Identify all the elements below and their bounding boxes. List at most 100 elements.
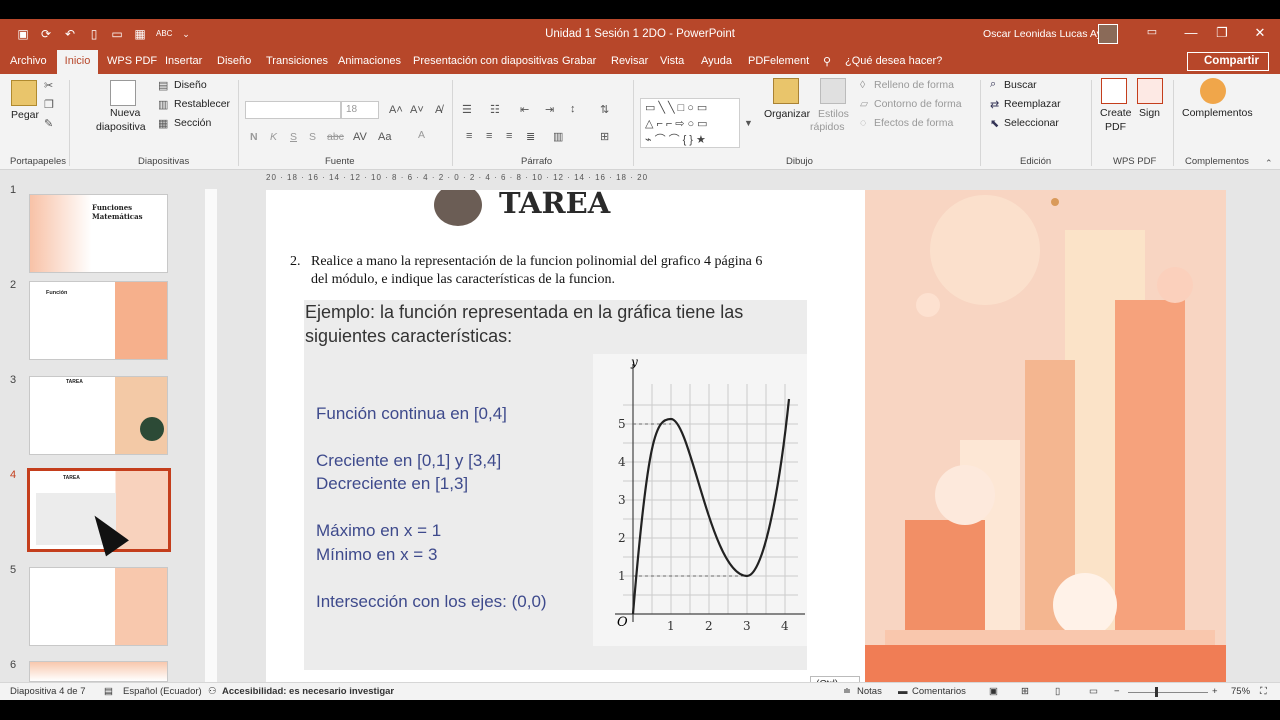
strikethrough-button[interactable]: abc bbox=[327, 131, 344, 143]
addins-icon[interactable] bbox=[1200, 78, 1226, 104]
replace-icon[interactable]: ⇄ bbox=[990, 98, 999, 111]
align-right-icon[interactable]: ≡ bbox=[506, 130, 512, 142]
bold-button[interactable]: N bbox=[250, 131, 258, 143]
bullets-icon[interactable]: ☰ bbox=[462, 103, 472, 116]
notes-icon[interactable]: ≐ bbox=[843, 686, 851, 697]
change-case-icon[interactable]: Aa bbox=[378, 131, 391, 143]
tell-me-search[interactable]: ¿Qué desea hacer? bbox=[845, 55, 942, 67]
new-slide-label-1[interactable]: Nueva bbox=[110, 107, 140, 119]
tab-insertar[interactable]: Insertar bbox=[165, 55, 202, 67]
slide-thumbnail-6[interactable] bbox=[29, 661, 168, 682]
new-slide-icon[interactable] bbox=[110, 80, 136, 106]
find-icon[interactable]: ⌕ bbox=[990, 78, 996, 91]
zoom-out-button[interactable]: − bbox=[1114, 686, 1120, 697]
smartart-icon[interactable]: ⊞ bbox=[600, 130, 609, 143]
user-name[interactable]: Oscar Leonidas Lucas Ayala bbox=[983, 28, 1116, 40]
shapes-more-icon[interactable]: ▼ bbox=[744, 118, 753, 128]
slide-thumbnail-5[interactable] bbox=[29, 567, 168, 646]
comments-icon[interactable]: ▬ bbox=[898, 686, 908, 697]
decrease-indent-icon[interactable]: ⇤ bbox=[520, 103, 529, 116]
tab-animaciones[interactable]: Animaciones bbox=[338, 55, 401, 67]
zoom-in-button[interactable]: + bbox=[1212, 686, 1218, 697]
align-left-icon[interactable]: ≡ bbox=[466, 130, 472, 142]
shadow-button[interactable]: S bbox=[309, 131, 316, 143]
font-size-field[interactable]: 18 bbox=[341, 101, 379, 119]
tab-diseno[interactable]: Diseño bbox=[217, 55, 251, 67]
reset-icon[interactable]: ▥ bbox=[158, 98, 168, 111]
shapes-gallery[interactable]: ▭╲╲□○▭ △⌐⌐⇨○▭ ⌁⌒⌒{}★ bbox=[640, 98, 740, 148]
minimize-button[interactable]: — bbox=[1181, 25, 1201, 40]
accessibility-icon[interactable]: ⚇ bbox=[208, 686, 217, 697]
tab-vista[interactable]: Vista bbox=[660, 55, 684, 67]
tab-revisar[interactable]: Revisar bbox=[611, 55, 648, 67]
slide-title[interactable]: TAREA bbox=[499, 190, 610, 220]
underline-button[interactable]: S bbox=[290, 131, 297, 143]
shape-effects-icon[interactable]: ◌ bbox=[860, 117, 866, 129]
slide-thumbnail-3[interactable]: TAREA bbox=[29, 376, 168, 455]
shape-fill-icon[interactable]: ◊ bbox=[860, 79, 865, 91]
example-image[interactable]: Ejemplo: la función representada en la g… bbox=[304, 300, 807, 670]
quick-styles-icon[interactable] bbox=[820, 78, 846, 104]
shape-fill-button[interactable]: Relleno de forma bbox=[874, 79, 954, 91]
quick-styles-label-2[interactable]: rápidos bbox=[810, 121, 844, 133]
tab-wps-pdf[interactable]: WPS PDF bbox=[107, 55, 157, 67]
cut-icon[interactable]: ✂ bbox=[44, 79, 53, 92]
justify-icon[interactable]: ≣ bbox=[526, 130, 535, 143]
tab-ayuda[interactable]: Ayuda bbox=[701, 55, 732, 67]
close-button[interactable]: ✕ bbox=[1250, 25, 1270, 41]
layout-button[interactable]: Diseño bbox=[174, 79, 207, 91]
share-button[interactable]: Compartir bbox=[1187, 52, 1269, 71]
find-button[interactable]: Buscar bbox=[1004, 79, 1037, 91]
restore-button[interactable]: ❐ bbox=[1212, 25, 1232, 41]
slide-sorter-icon[interactable]: ⊞ bbox=[1021, 686, 1029, 697]
slide-thumbnail-2[interactable]: Función bbox=[29, 281, 168, 360]
normal-view-icon[interactable]: ▣ bbox=[989, 686, 998, 697]
font-name-field[interactable] bbox=[245, 101, 341, 119]
replace-button[interactable]: Reemplazar bbox=[1004, 98, 1061, 110]
comments-button[interactable]: Comentarios bbox=[912, 686, 966, 697]
select-icon[interactable]: ⬉ bbox=[990, 117, 999, 130]
layout-icon[interactable]: ▤ bbox=[158, 79, 168, 92]
tab-archivo[interactable]: Archivo bbox=[10, 55, 47, 67]
addins-button[interactable]: Complementos bbox=[1182, 107, 1253, 119]
tab-presentacion[interactable]: Presentación con diapositivas bbox=[413, 55, 559, 67]
fit-slide-icon[interactable]: ⛶ bbox=[1260, 686, 1267, 697]
language-status[interactable]: Español (Ecuador) bbox=[123, 686, 202, 697]
zoom-slider[interactable] bbox=[1128, 692, 1208, 693]
slideshow-icon[interactable]: ▭ bbox=[1089, 686, 1098, 697]
grow-font-icon[interactable]: A˄ bbox=[389, 104, 403, 116]
arrange-button[interactable]: Organizar bbox=[764, 108, 810, 120]
shape-effects-button[interactable]: Efectos de forma bbox=[874, 117, 953, 129]
accessibility-status[interactable]: Accesibilidad: es necesario investigar bbox=[222, 686, 394, 697]
new-slide-label-2[interactable]: diapositiva bbox=[96, 121, 146, 133]
shape-outline-icon[interactable]: ▱ bbox=[860, 98, 868, 110]
reset-button[interactable]: Restablecer bbox=[174, 98, 230, 110]
create-pdf-icon[interactable] bbox=[1101, 78, 1127, 104]
format-painter-icon[interactable]: ✎ bbox=[44, 117, 53, 130]
reading-view-icon[interactable]: ▯ bbox=[1055, 686, 1060, 697]
sign-icon[interactable] bbox=[1137, 78, 1163, 104]
font-color-button[interactable]: A bbox=[418, 129, 425, 141]
user-avatar[interactable] bbox=[1098, 24, 1118, 44]
current-slide[interactable]: TAREA 2. Realice a mano la representació… bbox=[266, 190, 1226, 691]
italic-button[interactable]: K bbox=[270, 131, 277, 143]
ribbon-options-icon[interactable]: ▭ bbox=[1142, 25, 1162, 38]
section-icon[interactable]: ▦ bbox=[158, 117, 168, 130]
arrange-icon[interactable] bbox=[773, 78, 799, 104]
copy-icon[interactable]: ❐ bbox=[44, 98, 54, 111]
numbering-icon[interactable]: ☷ bbox=[490, 103, 500, 116]
section-button[interactable]: Sección bbox=[174, 117, 211, 129]
spelling-status-icon[interactable]: ▤ bbox=[104, 686, 113, 697]
clear-format-icon[interactable]: A̸ bbox=[435, 104, 442, 116]
text-direction-icon[interactable]: ⇅ bbox=[600, 103, 609, 116]
paste-icon[interactable] bbox=[11, 80, 37, 106]
quick-styles-label-1[interactable]: Estilos bbox=[818, 108, 849, 120]
tab-transiciones[interactable]: Transiciones bbox=[266, 55, 328, 67]
line-spacing-icon[interactable]: ↕ bbox=[570, 103, 576, 115]
create-pdf-label-2[interactable]: PDF bbox=[1105, 121, 1126, 133]
columns-icon[interactable]: ▥ bbox=[553, 130, 563, 143]
tab-pdfelement[interactable]: PDFelement bbox=[748, 55, 809, 67]
zoom-level[interactable]: 75% bbox=[1231, 686, 1250, 697]
zoom-slider-thumb[interactable] bbox=[1155, 687, 1158, 697]
collapse-ribbon-icon[interactable]: ⌃ bbox=[1265, 158, 1273, 169]
